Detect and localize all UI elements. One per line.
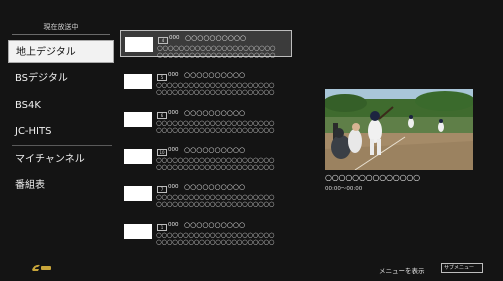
menu-header-divider [12, 34, 110, 35]
program-line-2: ○○○○○○○○○○○○○○○○○○○○○○ [156, 200, 275, 208]
channel-thumbnail [125, 37, 153, 52]
channel-badge: 6 [157, 112, 167, 119]
preview-program-time: 00:00〜00:00 [325, 186, 363, 192]
preview-image [325, 89, 473, 170]
brand-logo-mark [32, 264, 51, 271]
channel-number: 000 [168, 72, 179, 78]
channel-number: 000 [168, 222, 179, 228]
menu-item-bs4k[interactable]: BS4K [8, 94, 114, 117]
channel-row[interactable]: 5 000 ○○○○○○○○○○ ○○○○○○○○○○○○○○○○○○○○○○ … [120, 68, 292, 96]
channel-row[interactable]: 4 000 ○○○○○○○○○○ ○○○○○○○○○○○○○○○○○○○○○○ … [120, 30, 292, 59]
channel-title: ○○○○○○○○○○ [184, 146, 246, 154]
channel-number: 000 [168, 110, 179, 116]
channel-number: 000 [168, 184, 179, 190]
channel-row[interactable]: 6 000 ○○○○○○○○○○ ○○○○○○○○○○○○○○○○○○○○○○ … [120, 106, 292, 134]
channel-thumbnail [124, 186, 152, 201]
menu-item-bs-digital[interactable]: BSデジタル [8, 67, 114, 90]
channel-title: ○○○○○○○○○○ [184, 183, 246, 191]
program-line-2: ○○○○○○○○○○○○○○○○○○○○○○ [156, 163, 275, 171]
program-line-2: ○○○○○○○○○○○○○○○○○○○○○○ [156, 126, 275, 134]
channel-row[interactable]: 1 000 ○○○○○○○○○○ ○○○○○○○○○○○○○○○○○○○○○○ … [120, 218, 292, 246]
preview-video [325, 89, 473, 170]
channel-title: ○○○○○○○○○○ [184, 109, 246, 117]
channel-row[interactable]: 10 000 ○○○○○○○○○○ ○○○○○○○○○○○○○○○○○○○○○○… [120, 143, 292, 171]
program-line-2: ○○○○○○○○○○○○○○○○○○○○○○ [156, 88, 275, 96]
channel-badge: 7 [157, 186, 167, 193]
screen: 現在放送中 地上デジタル BSデジタル BS4K JC-HITS マイチャンネル… [0, 0, 503, 281]
menu-divider [12, 145, 112, 146]
channel-number: 000 [168, 147, 179, 153]
channel-thumbnail [124, 224, 152, 239]
program-line-2: ○○○○○○○○○○○○○○○○○○○○○○ [156, 238, 275, 246]
menu-item-my-channel[interactable]: マイチャンネル [8, 148, 114, 171]
channel-badge: 5 [157, 74, 167, 81]
channel-list: 4 000 ○○○○○○○○○○ ○○○○○○○○○○○○○○○○○○○○○○ … [120, 30, 292, 248]
channel-title: ○○○○○○○○○○ [185, 34, 247, 42]
menu-item-program-guide[interactable]: 番組表 [8, 174, 114, 197]
channel-thumbnail [124, 74, 152, 89]
menu-header: 現在放送中 [43, 23, 79, 31]
channel-row[interactable]: 7 000 ○○○○○○○○○○ ○○○○○○○○○○○○○○○○○○○○○○ … [120, 180, 292, 208]
channel-title: ○○○○○○○○○○ [184, 71, 246, 79]
menu-item-terrestrial[interactable]: 地上デジタル [8, 40, 114, 63]
channel-thumbnail [124, 149, 152, 164]
channel-badge: 10 [157, 149, 167, 156]
preview-program-title: ○○○○○○○○○○○○○○ [325, 173, 420, 182]
submenu-button[interactable]: サブメニュー [441, 263, 483, 273]
channel-badge: 4 [158, 37, 168, 44]
menu-item-jc-hits[interactable]: JC-HITS [8, 120, 114, 143]
show-menu-label: メニューを表示 [379, 267, 425, 275]
channel-thumbnail [124, 112, 152, 127]
channel-number: 000 [169, 35, 180, 41]
category-menu: 現在放送中 地上デジタル BSデジタル BS4K JC-HITS マイチャンネル… [8, 22, 114, 191]
channel-badge: 1 [157, 224, 167, 231]
brand-logo [30, 263, 52, 274]
channel-title: ○○○○○○○○○○ [184, 221, 246, 229]
program-line-2: ○○○○○○○○○○○○○○○○○○○○○○ [157, 51, 276, 59]
